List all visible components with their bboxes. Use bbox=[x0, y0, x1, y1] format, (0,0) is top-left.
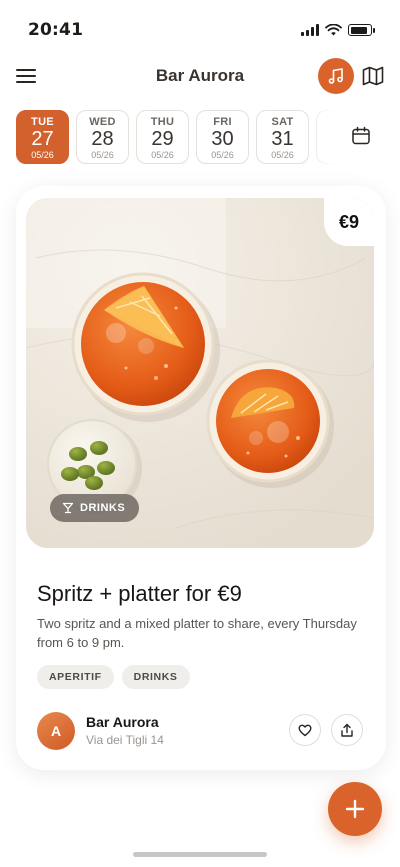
date-day: 29 bbox=[151, 128, 174, 150]
tag[interactable]: DRINKS bbox=[121, 665, 190, 689]
date-day: 30 bbox=[211, 128, 234, 150]
date-day: 31 bbox=[271, 128, 294, 150]
date-month: 05/26 bbox=[211, 150, 234, 160]
date-item[interactable]: S 0 bbox=[316, 110, 338, 164]
heart-icon bbox=[298, 724, 312, 736]
date-item[interactable]: SAT 31 05/26 bbox=[256, 110, 309, 164]
date-weekday: FRI bbox=[213, 116, 232, 128]
date-weekday: WED bbox=[89, 116, 116, 128]
venue-name[interactable]: Bar Aurora bbox=[86, 714, 159, 730]
map-button[interactable] bbox=[360, 64, 386, 88]
date-item[interactable]: TUE 27 05/26 bbox=[16, 110, 69, 164]
share-icon bbox=[341, 723, 353, 737]
date-weekday: TUE bbox=[31, 116, 54, 128]
tag[interactable]: APERITIF bbox=[37, 665, 114, 689]
calendar-icon bbox=[352, 126, 370, 145]
battery-icon bbox=[348, 24, 375, 36]
event-description: Two spritz and a mixed platter to share,… bbox=[37, 616, 357, 650]
event-title: Spritz + platter for €9 bbox=[37, 581, 242, 606]
wifi-icon bbox=[325, 24, 342, 36]
like-button[interactable] bbox=[289, 714, 321, 746]
venue-avatar[interactable]: A bbox=[37, 712, 75, 750]
date-item[interactable]: FRI 30 05/26 bbox=[196, 110, 249, 164]
venue-address: Via dei Tigli 14 bbox=[86, 733, 164, 747]
calendar-button[interactable] bbox=[350, 125, 374, 149]
date-month: 05/26 bbox=[91, 150, 114, 160]
date-day: 27 bbox=[31, 128, 54, 150]
app-header: Bar Aurora bbox=[0, 56, 400, 100]
plus-icon bbox=[345, 799, 365, 819]
cocktail-glass-icon bbox=[62, 502, 74, 514]
date-weekday: SAT bbox=[271, 116, 294, 128]
signal-icon bbox=[301, 24, 319, 36]
category-label: DRINKS bbox=[80, 502, 126, 514]
event-card[interactable]: €9 DRINKS Spritz + platter for €9 Two sp… bbox=[16, 186, 386, 770]
date-weekday: S bbox=[317, 116, 338, 128]
venue-row: A Bar Aurora Via dei Tigli 14 bbox=[37, 711, 367, 751]
music-note-icon bbox=[328, 68, 343, 84]
status-bar: 20:41 bbox=[0, 0, 400, 56]
tag-list: APERITIF DRINKS bbox=[37, 665, 190, 689]
map-icon bbox=[362, 66, 384, 86]
date-weekday: THU bbox=[150, 116, 175, 128]
home-indicator[interactable] bbox=[133, 852, 267, 857]
date-strip: TUE 27 05/26 WED 28 05/26 THU 29 05/26 F… bbox=[16, 110, 338, 164]
price-badge: €9 bbox=[324, 198, 374, 246]
date-month: 05/26 bbox=[271, 150, 294, 160]
status-icons bbox=[301, 24, 375, 36]
date-item[interactable]: WED 28 05/26 bbox=[76, 110, 129, 164]
date-month: 05/26 bbox=[31, 150, 54, 160]
date-month: 0 bbox=[317, 128, 338, 138]
music-button[interactable] bbox=[318, 58, 354, 94]
add-button[interactable] bbox=[328, 782, 382, 836]
date-month: 05/26 bbox=[151, 150, 174, 160]
date-item[interactable]: THU 29 05/26 bbox=[136, 110, 189, 164]
share-button[interactable] bbox=[331, 714, 363, 746]
status-time: 20:41 bbox=[28, 20, 84, 40]
date-day: 28 bbox=[91, 128, 114, 150]
event-image: €9 DRINKS bbox=[26, 198, 374, 548]
category-chip: DRINKS bbox=[50, 494, 140, 522]
